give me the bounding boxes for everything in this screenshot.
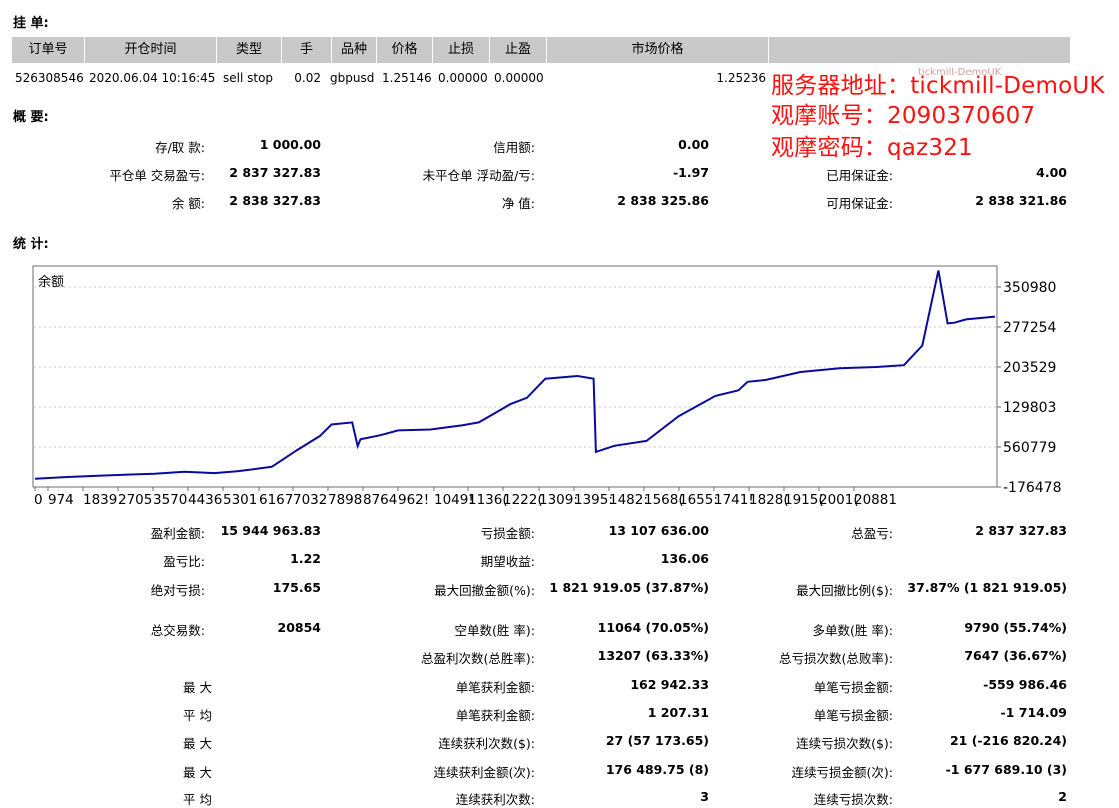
x-tick-label: 2705	[118, 492, 152, 508]
x-tick-label: 1482:	[609, 492, 648, 508]
x-tick-label: 1395:	[574, 492, 613, 508]
x-tick-label: 5301	[223, 492, 257, 508]
x-tick-label: 974	[48, 492, 74, 508]
x-tick-label: 8764	[363, 492, 397, 508]
chart-frame	[32, 265, 998, 488]
x-tick-label: 962!	[398, 492, 429, 508]
x-tick-label: 1839	[83, 492, 117, 508]
chart-title: 余额	[38, 275, 65, 290]
y-tick-label: 203529	[1003, 360, 1056, 376]
x-tick-label: 20881	[854, 492, 897, 508]
x-tick-label: 2001(	[819, 492, 859, 508]
watermark-server: 服务器地址：tickmill-DemoUK	[771, 73, 1105, 99]
x-tick-label: 1655:	[679, 492, 718, 508]
x-tick-label: 4436	[188, 492, 222, 508]
watermark-password: 观摩密码：qaz321	[771, 135, 973, 161]
y-tick-label: -176478	[1003, 480, 1062, 496]
x-tick-label: 1136(	[468, 492, 508, 508]
x-tick-label: 1222(	[503, 492, 543, 508]
y-tick-label: 350980	[1003, 280, 1056, 296]
x-tick-label: 0	[34, 492, 43, 508]
x-tick-label: 1915(	[784, 492, 824, 508]
x-tick-label: 6167	[259, 492, 293, 508]
watermark-account: 观摩账号：2090370607	[771, 103, 1036, 129]
x-tick-label: 7032	[293, 492, 327, 508]
y-tick-label: 560779	[1003, 440, 1056, 456]
chart-y-axis: 350980 277254 203529 129803 560779 -176478	[997, 280, 1062, 496]
y-tick-label: 277254	[1003, 320, 1057, 336]
chart-x-axis: 0 974 1839 2705 3570 4436 5301 6167 7032 7898 8764…	[34, 487, 897, 508]
x-tick-label: 7898	[328, 492, 362, 508]
x-tick-label: 1741!	[714, 492, 754, 508]
x-tick-label: 1828(	[749, 492, 789, 508]
x-tick-label: 1568(	[644, 492, 684, 508]
x-tick-label: 3570	[153, 492, 187, 508]
x-tick-label: 1309:	[539, 492, 578, 508]
y-tick-label: 129803	[1003, 400, 1056, 416]
